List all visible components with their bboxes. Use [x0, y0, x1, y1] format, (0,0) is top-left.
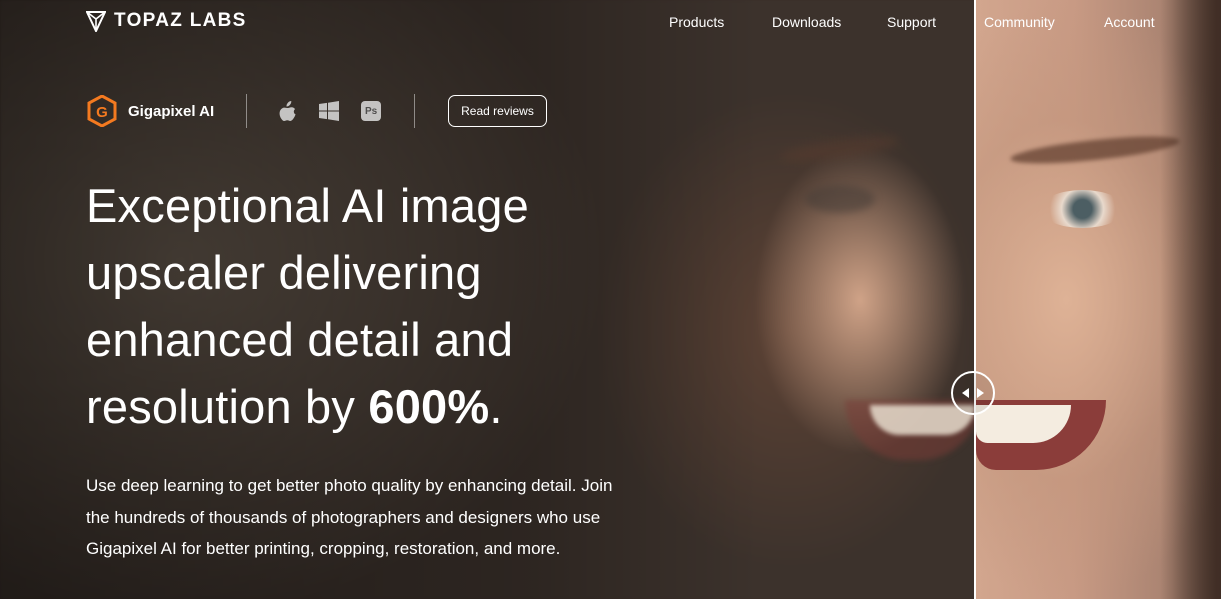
- hero-description: Use deep learning to get better photo qu…: [86, 476, 613, 558]
- comparison-divider[interactable]: [974, 0, 976, 599]
- gigapixel-g-icon: G: [86, 94, 118, 128]
- brand-name: TOPAZ LABS: [114, 10, 247, 31]
- after-hair: [1160, 0, 1221, 599]
- windows-icon: [319, 101, 340, 121]
- nav-support[interactable]: Support: [887, 14, 936, 30]
- read-reviews-button[interactable]: Read reviews: [448, 95, 547, 127]
- nav-community[interactable]: Community: [984, 14, 1055, 30]
- topaz-diamond-icon: [86, 11, 106, 32]
- divider: [246, 94, 248, 128]
- headline-line-3: enhanced detail and: [86, 313, 514, 366]
- hero-headline: Exceptional AI image upscaler delivering…: [86, 172, 646, 440]
- headline-suffix: .: [489, 380, 503, 433]
- nav-downloads[interactable]: Downloads: [772, 14, 841, 30]
- compare-arrows-icon[interactable]: [951, 371, 995, 415]
- headline-line-2: upscaler delivering: [86, 246, 482, 299]
- nav-account[interactable]: Account: [1104, 14, 1155, 30]
- before-eye: [805, 185, 875, 213]
- photoshop-label: Ps: [361, 101, 382, 121]
- svg-text:G: G: [96, 104, 108, 121]
- headline-highlight: 600%: [368, 380, 490, 433]
- nav-products[interactable]: Products: [669, 14, 724, 30]
- apple-icon: [279, 100, 297, 122]
- photoshop-icon: Ps: [361, 101, 382, 121]
- brand-logo[interactable]: TOPAZ LABS: [86, 10, 247, 32]
- headline-line-1: Exceptional AI image: [86, 179, 529, 232]
- headline-line-4: resolution by: [86, 380, 369, 433]
- top-nav: TOPAZ LABS Products Downloads Support Co…: [0, 0, 1221, 44]
- product-name[interactable]: Gigapixel AI: [128, 103, 214, 120]
- after-eye: [1040, 190, 1125, 228]
- divider: [414, 94, 416, 128]
- product-bar: G Gigapixel AI Ps Read reviews: [86, 93, 547, 129]
